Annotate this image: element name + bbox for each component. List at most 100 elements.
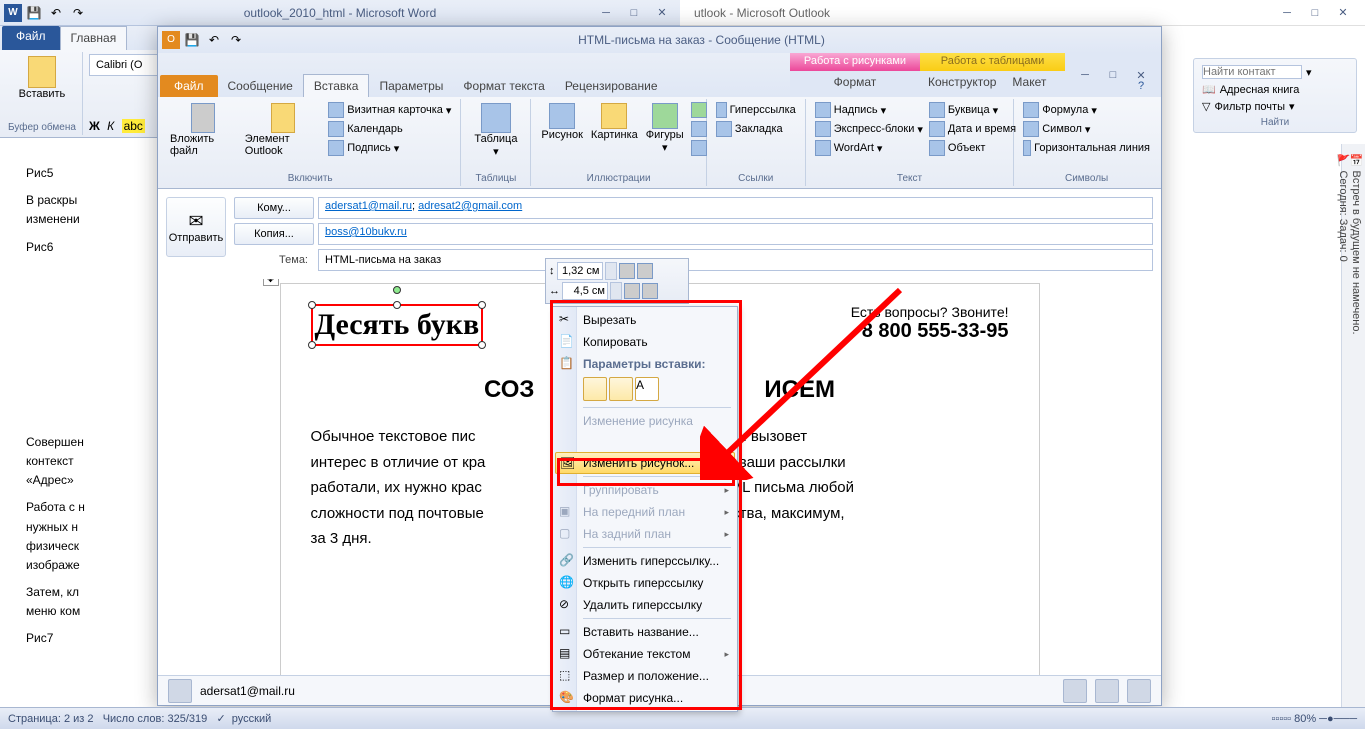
subject-field[interactable] bbox=[318, 249, 1153, 271]
ctx-wrap-text[interactable]: ▤Обтекание текстом▸ bbox=[555, 643, 735, 665]
selected-logo-image[interactable]: Десять букв bbox=[311, 304, 484, 346]
cc-button[interactable]: Копия... bbox=[234, 223, 314, 245]
height-input[interactable] bbox=[557, 262, 603, 280]
quickparts-button[interactable]: Экспресс-блоки ▾ bbox=[812, 120, 926, 138]
calendar-button[interactable]: Календарь bbox=[325, 120, 454, 138]
close-button[interactable]: ✕ bbox=[648, 4, 676, 22]
to-button[interactable]: Кому... bbox=[234, 197, 314, 219]
spell-check-icon[interactable]: ✓ bbox=[216, 712, 225, 725]
view-buttons[interactable]: ▫▫▫▫▫ bbox=[1272, 713, 1292, 725]
ctx-format-picture[interactable]: 🎨Формат рисунка... bbox=[555, 687, 735, 709]
undo-icon[interactable]: ↶ bbox=[204, 30, 224, 50]
signature-button[interactable]: Подпись ▾ bbox=[325, 139, 454, 157]
rotate-button[interactable] bbox=[637, 263, 653, 279]
outlook-item-button[interactable]: Элемент Outlook bbox=[241, 101, 325, 159]
msg-file-tab[interactable]: Файл bbox=[160, 75, 218, 97]
wordart-button[interactable]: WordArt ▾ bbox=[812, 139, 926, 157]
paste-option-3[interactable]: A bbox=[635, 377, 659, 401]
undo-icon[interactable]: ↶ bbox=[46, 3, 66, 23]
shapes-button[interactable]: Фигуры ▾ bbox=[642, 101, 688, 157]
clipart-button[interactable]: Картинка bbox=[587, 101, 642, 157]
ctx-remove-hyperlink[interactable]: ⊘Удалить гиперссылку bbox=[555, 594, 735, 616]
page-indicator[interactable]: Страница: 2 из 2 bbox=[8, 713, 94, 725]
minimize-button[interactable]: ─ bbox=[1071, 66, 1099, 84]
ctx-edit-hyperlink[interactable]: 🔗Изменить гиперссылку... bbox=[555, 550, 735, 572]
word-file-tab[interactable]: Файл bbox=[2, 26, 60, 50]
logo-text: Десять букв bbox=[315, 308, 480, 341]
tab-review[interactable]: Рецензирование bbox=[555, 75, 668, 97]
caption-icon: ▭ bbox=[559, 624, 575, 640]
maximize-button[interactable]: □ bbox=[1301, 4, 1329, 22]
ctx-size-position[interactable]: ⬚Размер и положение... bbox=[555, 665, 735, 687]
tab-options[interactable]: Параметры bbox=[369, 75, 453, 97]
highlight-button[interactable]: abc bbox=[122, 119, 145, 133]
paste-option-2[interactable] bbox=[609, 377, 633, 401]
ctx-insert-caption[interactable]: ▭Вставить название... bbox=[555, 621, 735, 643]
equation-button[interactable]: Формула ▾ bbox=[1020, 101, 1153, 119]
wordart-icon bbox=[815, 140, 831, 156]
word-tab-home[interactable]: Главная bbox=[60, 26, 128, 50]
maximize-button[interactable]: □ bbox=[620, 4, 648, 22]
tab-table-design[interactable]: Конструктор bbox=[920, 71, 1004, 97]
symbol-icon bbox=[1023, 121, 1039, 137]
word-count[interactable]: Число слов: 325/319 bbox=[103, 713, 208, 725]
msg-ribbon: Вложить файл Элемент Outlook Визитная ка… bbox=[158, 97, 1161, 189]
tab-insert[interactable]: Вставка bbox=[303, 74, 370, 97]
minimize-button[interactable]: ─ bbox=[1273, 4, 1301, 22]
contact-avatar[interactable] bbox=[1127, 679, 1151, 703]
symbol-button[interactable]: Символ ▾ bbox=[1020, 120, 1153, 138]
picture-button[interactable]: Рисунок bbox=[537, 101, 587, 157]
outlook-title: utlook - Microsoft Outlook bbox=[680, 6, 1273, 20]
contact-avatar[interactable] bbox=[1063, 679, 1087, 703]
dropcap-icon bbox=[929, 102, 945, 118]
zoom-slider[interactable]: ─●─── bbox=[1319, 713, 1357, 725]
contact-avatar[interactable] bbox=[1095, 679, 1119, 703]
height-spinner[interactable] bbox=[605, 262, 617, 280]
width-spinner[interactable] bbox=[610, 282, 622, 300]
save-icon[interactable]: 💾 bbox=[24, 3, 44, 23]
business-card-button[interactable]: Визитная карточка ▾ bbox=[325, 101, 454, 119]
send-button[interactable]: ✉ Отправить bbox=[166, 197, 226, 257]
cc-field[interactable]: boss@10bukv.ru bbox=[318, 223, 1153, 245]
to-field[interactable]: adersat1@mail.ru; adresat2@gmail.com bbox=[318, 197, 1153, 219]
filter-mail-button[interactable]: ▽ Фильтр почты ▾ bbox=[1198, 98, 1352, 115]
object-button[interactable]: Объект bbox=[926, 139, 1019, 157]
clipart-icon bbox=[601, 103, 627, 129]
hyperlink-button[interactable]: Гиперссылка bbox=[713, 101, 799, 119]
address-book-button[interactable]: 📖 Адресная книга bbox=[1198, 81, 1352, 98]
crop-button[interactable] bbox=[619, 263, 635, 279]
redo-icon[interactable]: ↷ bbox=[226, 30, 246, 50]
textbox-button[interactable]: Надпись ▾ bbox=[812, 101, 926, 119]
italic-button[interactable]: К bbox=[107, 119, 114, 133]
save-icon[interactable]: 💾 bbox=[182, 30, 202, 50]
paste-button[interactable]: Вставить bbox=[8, 54, 76, 102]
close-button[interactable]: ✕ bbox=[1329, 4, 1357, 22]
datetime-button[interactable]: Дата и время bbox=[926, 120, 1019, 138]
arrange-button[interactable] bbox=[624, 283, 640, 299]
maximize-button[interactable]: □ bbox=[1099, 66, 1127, 84]
shapes-icon bbox=[652, 103, 678, 129]
attach-file-button[interactable]: Вложить файл bbox=[166, 101, 241, 159]
redo-icon[interactable]: ↷ bbox=[68, 3, 88, 23]
paste-option-1[interactable] bbox=[583, 377, 607, 401]
word-app-icon: W bbox=[4, 4, 22, 22]
find-contact-input[interactable]: ▾ bbox=[1198, 63, 1352, 81]
hline-button[interactable]: Горизонтальная линия bbox=[1020, 139, 1153, 157]
tab-picture-format[interactable]: Формат bbox=[790, 71, 920, 97]
tab-table-layout[interactable]: Макет bbox=[1004, 71, 1054, 97]
bold-button[interactable]: Ж bbox=[89, 119, 100, 133]
ctx-open-hyperlink[interactable]: 🌐Открыть гиперссылку bbox=[555, 572, 735, 594]
width-input[interactable] bbox=[562, 282, 608, 300]
dropcap-button[interactable]: Буквица ▾ bbox=[926, 101, 1019, 119]
reset-button[interactable] bbox=[642, 283, 658, 299]
minimize-button[interactable]: ─ bbox=[592, 4, 620, 22]
outlook-todo-bar[interactable]: 📅 Встреч в будущем не намечено. 🚩 Сегодн… bbox=[1341, 144, 1365, 707]
table-move-handle[interactable]: ✥ bbox=[263, 279, 279, 286]
help-icon[interactable]: ? bbox=[1127, 77, 1155, 95]
bookmark-button[interactable]: Закладка bbox=[713, 120, 799, 138]
language-indicator[interactable]: русский bbox=[232, 713, 271, 725]
contact-avatar[interactable] bbox=[168, 679, 192, 703]
table-button[interactable]: Таблица ▾ bbox=[467, 101, 524, 160]
tab-format[interactable]: Формат текста bbox=[453, 75, 554, 97]
tab-message[interactable]: Сообщение bbox=[218, 75, 303, 97]
